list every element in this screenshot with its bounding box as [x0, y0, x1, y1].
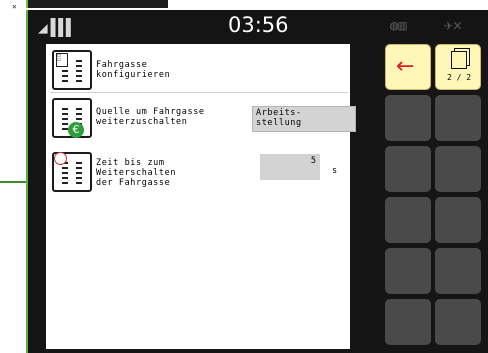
tramline-config-icon: ☐ ☐ — [52, 50, 92, 90]
softkey-6[interactable] — [435, 146, 481, 192]
source-value-field[interactable]: Arbeits- stellung — [252, 106, 356, 132]
tramline-advance-icon: € — [52, 98, 92, 138]
softkey-11[interactable] — [385, 299, 431, 345]
gps-disabled-icon: ✈✕ — [444, 16, 463, 34]
list-icon: ☐ ☐ — [56, 53, 68, 67]
softkey-grid: ← 2 / 2 — [385, 44, 485, 349]
track-left — [62, 162, 68, 184]
settings-panel: ☐ ☐ Fahrgasse konfigurieren € Quelle um F… — [46, 44, 356, 349]
page-button[interactable]: 2 / 2 — [435, 44, 481, 90]
status-bar: ◢▐▐▐ 03:56 ◍▥ ✈✕ — [28, 10, 488, 42]
softkey-10[interactable] — [435, 248, 481, 294]
row-label-source: Quelle um Fahrgasse weiterzuschalten — [96, 107, 205, 127]
row-label-configure: Fahrgasse konfigurieren — [96, 60, 171, 80]
tramline-icon: ◢▐▐▐ — [38, 18, 71, 37]
row-configure-tramline[interactable]: ☐ ☐ Fahrgasse konfigurieren — [52, 50, 346, 90]
time-value-field[interactable]: 5 — [260, 154, 320, 180]
softkey-3[interactable] — [385, 95, 431, 141]
divider — [50, 92, 348, 93]
softkey-12[interactable] — [435, 299, 481, 345]
track-right — [76, 162, 82, 184]
row-source[interactable]: € Quelle um Fahrgasse weiterzuschalten A… — [52, 98, 356, 138]
softkey-4[interactable] — [435, 95, 481, 141]
green-advance-icon: € — [68, 122, 84, 138]
window-mark-icon: ✕ — [12, 2, 17, 11]
softkey-7[interactable] — [385, 197, 431, 243]
softkey-9[interactable] — [385, 248, 431, 294]
background-tab — [26, 0, 168, 8]
row-time[interactable]: Zeit bis zum Weiterschalten der Fahrgass… — [52, 152, 346, 192]
row-label-time: Zeit bis zum Weiterschalten der Fahrgass… — [96, 158, 177, 188]
time-unit: s — [332, 166, 338, 176]
track-left — [62, 108, 68, 130]
pages-icon-front — [451, 51, 467, 69]
back-button[interactable]: ← — [385, 44, 431, 90]
background-line — [0, 181, 26, 183]
arrow-left-icon: ← — [396, 54, 415, 79]
tool-disabled-icon: ◍▥ — [390, 18, 407, 34]
clock-icon — [54, 152, 67, 165]
softkey-5[interactable] — [385, 146, 431, 192]
softkey-8[interactable] — [435, 197, 481, 243]
page-indicator: 2 / 2 — [446, 73, 472, 82]
clock: 03:56 — [228, 13, 289, 37]
tramline-time-icon — [52, 152, 92, 192]
track-right — [76, 60, 82, 82]
